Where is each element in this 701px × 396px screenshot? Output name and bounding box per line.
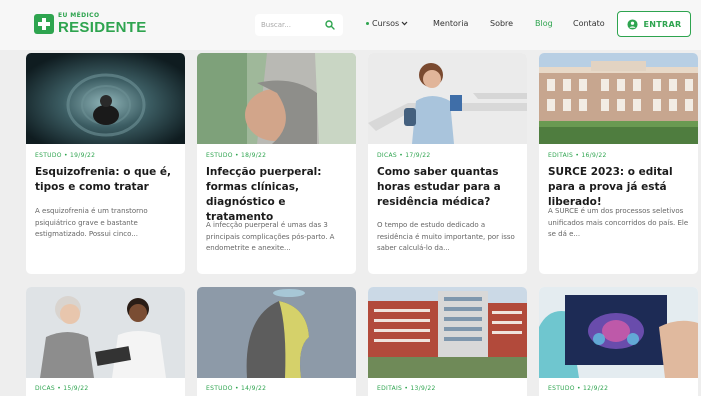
post-image	[197, 53, 356, 144]
post-image	[368, 287, 527, 378]
post-image	[197, 287, 356, 378]
post-image	[368, 53, 527, 144]
nav-contato[interactable]: Contato	[573, 19, 605, 28]
post-excerpt: O tempo de estudo dedicado a residência …	[377, 221, 515, 252]
cross-logo-icon	[34, 14, 54, 34]
search-box	[255, 14, 343, 36]
post-card[interactable]: ESTUDO • 14/9/22	[197, 287, 356, 396]
search-icon[interactable]	[325, 20, 335, 30]
post-card[interactable]: EDITAIS • 16/9/22 SURCE 2023: o edital p…	[539, 53, 698, 274]
post-image	[26, 53, 185, 144]
login-button[interactable]: ENTRAR	[617, 11, 691, 37]
post-meta: EDITAIS • 16/9/22	[548, 152, 607, 159]
site-logo[interactable]: EU MÉDICO RESIDENTE	[34, 13, 147, 35]
chevron-down-icon	[401, 21, 408, 26]
post-meta: DICAS • 15/9/22	[35, 385, 89, 392]
post-excerpt: A infecção puerperal é umas das 3 princi…	[206, 221, 335, 252]
post-meta: ESTUDO • 18/9/22	[206, 152, 267, 159]
post-title[interactable]: Infecção puerperal: formas clínicas, dia…	[206, 165, 346, 225]
post-meta: ESTUDO • 12/9/22	[548, 385, 609, 392]
post-meta: ESTUDO • 14/9/22	[206, 385, 267, 392]
nav-cursos[interactable]: Cursos	[366, 19, 408, 28]
post-title[interactable]: Esquizofrenia: o que é, tipos e como tra…	[35, 165, 175, 195]
post-excerpt: A esquizofrenia é um transtorno psiquiát…	[35, 207, 148, 238]
post-card[interactable]: DICAS • 15/9/22	[26, 287, 185, 396]
dot-icon	[366, 22, 369, 25]
nav-blog[interactable]: Blog	[535, 19, 553, 28]
user-icon	[626, 18, 638, 30]
post-card[interactable]: ESTUDO • 19/9/22 Esquizofrenia: o que é,…	[26, 53, 185, 274]
nav-mentoria[interactable]: Mentoria	[433, 19, 468, 28]
post-card[interactable]: ESTUDO • 12/9/22	[539, 287, 698, 396]
post-image	[26, 287, 185, 378]
site-header: EU MÉDICO RESIDENTE Cursos Mentoria Sobr…	[0, 0, 701, 50]
search-input[interactable]	[261, 18, 321, 32]
post-excerpt: A SURCE é um dos processos seletivos uni…	[548, 207, 689, 238]
post-card[interactable]: EDITAIS • 13/9/22	[368, 287, 527, 396]
nav-sobre[interactable]: Sobre	[490, 19, 513, 28]
nav-cursos-label: Cursos	[372, 19, 400, 28]
post-card[interactable]: ESTUDO • 18/9/22 Infecção puerperal: for…	[197, 53, 356, 274]
post-meta: ESTUDO • 19/9/22	[35, 152, 96, 159]
login-label: ENTRAR	[643, 19, 682, 29]
post-card[interactable]: DICAS • 17/9/22 Como saber quantas horas…	[368, 53, 527, 274]
post-image	[539, 287, 698, 378]
logo-big-text: RESIDENTE	[58, 19, 147, 36]
post-image	[539, 53, 698, 144]
post-title[interactable]: Como saber quantas horas estudar para a …	[377, 165, 517, 210]
post-meta: DICAS • 17/9/22	[377, 152, 431, 159]
post-title[interactable]: SURCE 2023: o edital para a prova já est…	[548, 165, 688, 210]
post-meta: EDITAIS • 13/9/22	[377, 385, 436, 392]
